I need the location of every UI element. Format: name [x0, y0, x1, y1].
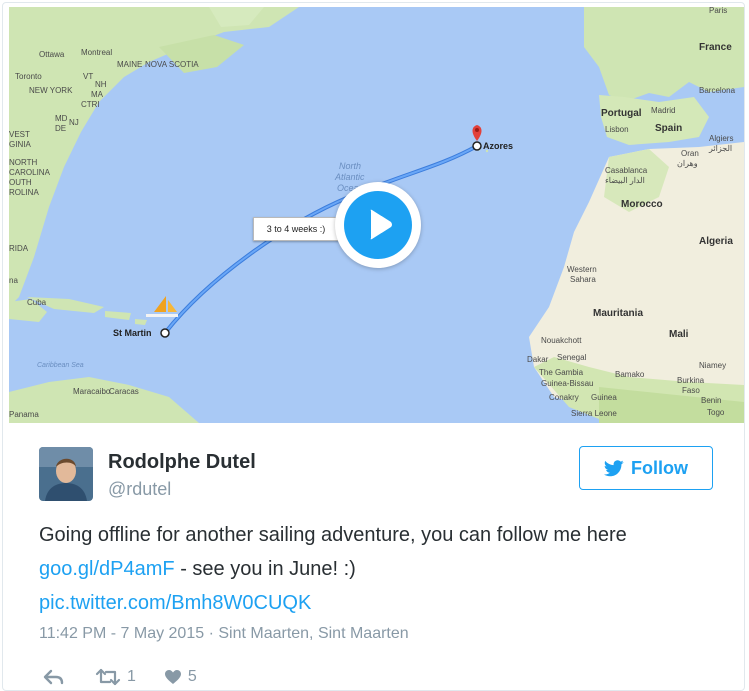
map-label-virginia: GINIA [9, 140, 31, 149]
map-label-algiers-ar: الجزائر [709, 144, 733, 153]
map-label-nh: NH [95, 80, 107, 89]
map-label-ocean-north: North [339, 161, 362, 171]
map-label-western: Western [567, 265, 597, 274]
map-label-caribbean: Caribbean Sea [37, 362, 84, 369]
map-label-senegal: Senegal [557, 353, 587, 362]
tweet-location[interactable]: Sint Maarten, Sint Maarten [218, 625, 408, 642]
map-label-the-gambia: The Gambia [539, 368, 584, 377]
follow-label: Follow [631, 457, 688, 478]
map-label-nouakchott: Nouakchott [541, 336, 582, 345]
map-label-sahara: Sahara [570, 275, 596, 284]
tweet-link[interactable]: goo.gl/dP4amF [39, 558, 175, 580]
map-label-morocco: Morocco [621, 199, 663, 210]
map-label-maine: MAINE [117, 60, 143, 69]
map-label-guinea: Guinea [591, 393, 617, 402]
tweet-text-part-2: - see you in June! :) [174, 558, 356, 580]
map-label-montreal: Montreal [81, 48, 113, 57]
map-label-oran-ar: وهران [677, 159, 698, 168]
map-label-st-martin: St Martin [113, 328, 152, 338]
map-label-ma: MA [91, 90, 103, 99]
map-media[interactable]: Paris France Barcelona Portugal Madrid S… [9, 7, 744, 423]
map-label-vt: VT [83, 72, 94, 81]
like-count: 5 [187, 668, 197, 685]
map-label-ocean-atlantic: Atlantic [335, 172, 365, 182]
route-duration-label: 3 to 4 weeks :) [253, 217, 339, 241]
map-label-madrid: Madrid [651, 106, 676, 115]
tweet-text-part-1: Going offline for another sailing advent… [39, 524, 627, 546]
map-label-ctri: CTRI [81, 100, 100, 109]
map-label-benin: Benin [701, 396, 722, 405]
like-button[interactable]: 5 [164, 668, 197, 686]
map-label-casablanca: Casablanca [605, 166, 648, 175]
tweet-text: Going offline for another sailing advent… [39, 518, 719, 620]
map-label-new-york: NEW YORK [29, 86, 73, 95]
retweet-button[interactable]: 1 [95, 668, 136, 686]
map-label-azores: Azores [483, 141, 514, 151]
map-label-caracas: Caracas [109, 387, 139, 396]
follow-button[interactable]: Follow [579, 446, 713, 490]
heart-icon [164, 670, 181, 684]
retweet-count: 1 [127, 668, 136, 685]
map-label-md: MD [55, 114, 68, 123]
map-label-barcelona: Barcelona [699, 86, 736, 95]
map-label-oran: Oran [681, 149, 699, 158]
meta-separator: · [204, 625, 219, 642]
map-label-rolina: ROLINA [9, 188, 39, 197]
twitter-bird-icon [604, 459, 624, 476]
tweet-meta: 11:42 PM - 7 May 2015 · Sint Maarten, Si… [39, 625, 409, 643]
map-label-dakar: Dakar [527, 355, 549, 364]
map-label-mali: Mali [669, 329, 689, 340]
tweet-pic-link[interactable]: pic.twitter.com/Bmh8W0CUQK [39, 592, 311, 614]
map-label-de: DE [55, 124, 67, 133]
map-label-mauritania: Mauritania [593, 308, 644, 319]
map-label-sierra-leone: Sierra Leone [571, 409, 617, 418]
map-label-rida: RIDA [9, 244, 29, 253]
map-label-carolina: CAROLINA [9, 168, 50, 177]
retweet-icon [95, 668, 121, 686]
map-label-nova-scotia: NOVA SCOTIA [145, 60, 199, 69]
tweet-actions: 1 5 [43, 665, 197, 689]
tweet-card: Paris France Barcelona Portugal Madrid S… [2, 2, 745, 691]
map-label-toronto: Toronto [15, 72, 42, 81]
map-label-nj: NJ [69, 118, 79, 127]
map-label-casablanca-ar: الدار البيضاء [605, 176, 645, 185]
map-label-algiers: Algiers [709, 134, 734, 143]
map-label-algeria: Algeria [699, 236, 733, 247]
map-label-ottawa: Ottawa [39, 50, 65, 59]
map-label-panama: Panama [9, 410, 39, 419]
map-label-maracaibo: Maracaibo [73, 387, 111, 396]
map-label-burkina: Burkina [677, 376, 705, 385]
map-label-cuba: Cuba [27, 298, 47, 307]
map-label-na: na [9, 276, 18, 285]
user-name[interactable]: Rodolphe Dutel [108, 451, 256, 474]
map-label-faso: Faso [682, 386, 700, 395]
map-label-togo: Togo [707, 408, 725, 417]
map-label-france: France [699, 42, 732, 53]
map-label-paris: Paris [709, 7, 728, 15]
avatar[interactable] [39, 447, 93, 501]
map-label-portugal: Portugal [601, 108, 642, 119]
map-label-guinea-bissau: Guinea-Bissau [541, 379, 594, 388]
map-label-south: OUTH [9, 178, 32, 187]
map-label-west: VEST [9, 130, 30, 139]
play-icon [344, 191, 412, 259]
reply-button[interactable] [43, 669, 65, 685]
reply-icon [43, 669, 64, 685]
map-label-conakry: Conakry [549, 393, 579, 402]
map-label-lisbon: Lisbon [605, 125, 629, 134]
map-label-bamako: Bamako [615, 370, 645, 379]
map-label-niamey: Niamey [699, 361, 727, 370]
map-label-spain: Spain [655, 123, 683, 134]
play-button[interactable] [335, 182, 421, 268]
tweet-timestamp[interactable]: 11:42 PM - 7 May 2015 [39, 625, 204, 642]
map-label-north: NORTH [9, 158, 38, 167]
user-handle[interactable]: @rdutel [108, 479, 171, 500]
